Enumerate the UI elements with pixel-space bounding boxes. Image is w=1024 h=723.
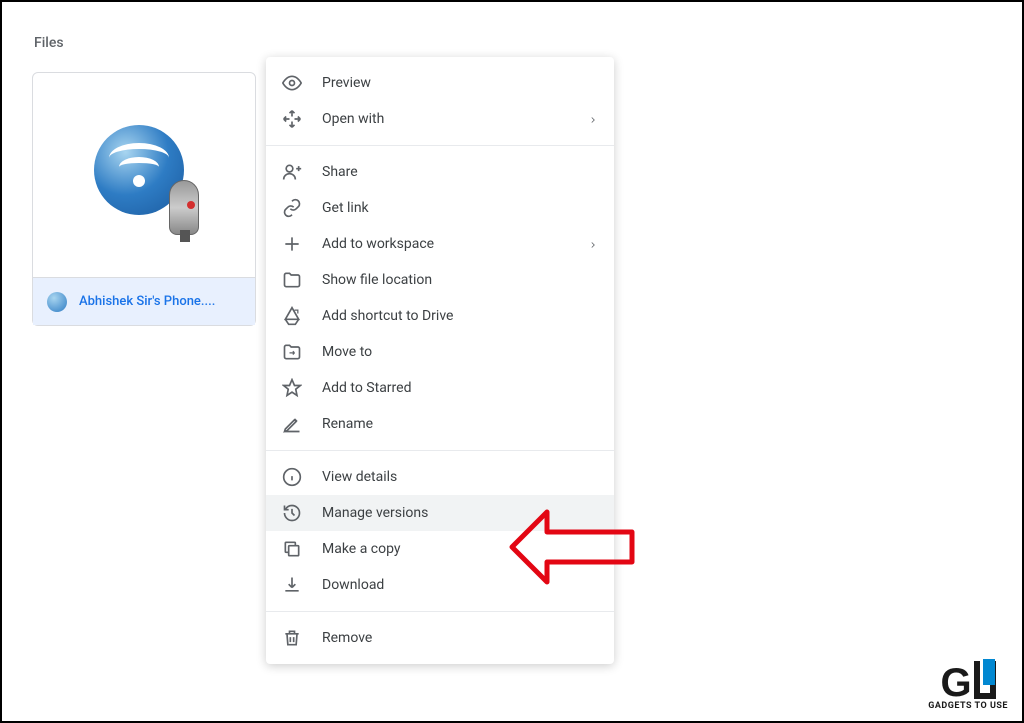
file-card[interactable]: Abhishek Sir's Phone.... bbox=[32, 72, 256, 326]
menu-label: Download bbox=[322, 577, 384, 593]
menu-label: Preview bbox=[322, 75, 371, 91]
menu-make-copy[interactable]: Make a copy bbox=[266, 531, 614, 567]
menu-add-shortcut[interactable]: Add shortcut to Drive bbox=[266, 298, 614, 334]
menu-label: Open with bbox=[322, 111, 384, 127]
menu-remove[interactable]: Remove bbox=[266, 620, 614, 656]
menu-label: Get link bbox=[322, 200, 369, 216]
person-add-icon bbox=[282, 162, 302, 182]
divider bbox=[266, 450, 614, 451]
divider bbox=[266, 611, 614, 612]
link-icon bbox=[282, 198, 302, 218]
menu-label: Share bbox=[322, 164, 358, 180]
watermark: G GADGETS TO USE bbox=[928, 661, 1008, 711]
menu-rename[interactable]: Rename bbox=[266, 406, 614, 442]
eye-icon bbox=[282, 73, 302, 93]
copy-icon bbox=[282, 539, 302, 559]
app-icon bbox=[94, 125, 194, 225]
menu-add-starred[interactable]: Add to Starred bbox=[266, 370, 614, 406]
move-icon bbox=[282, 109, 302, 129]
menu-label: Manage versions bbox=[322, 505, 428, 521]
folder-move-icon bbox=[282, 342, 302, 362]
menu-label: Rename bbox=[322, 416, 373, 432]
context-menu: Preview Open with Share Get link Add to … bbox=[266, 57, 614, 664]
trash-icon bbox=[282, 628, 302, 648]
download-icon bbox=[282, 575, 302, 595]
menu-share[interactable]: Share bbox=[266, 154, 614, 190]
menu-preview[interactable]: Preview bbox=[266, 65, 614, 101]
menu-download[interactable]: Download bbox=[266, 567, 614, 603]
history-icon bbox=[282, 503, 302, 523]
menu-manage-versions[interactable]: Manage versions bbox=[266, 495, 614, 531]
pencil-icon bbox=[282, 414, 302, 434]
section-header: Files bbox=[34, 35, 64, 51]
menu-move-to[interactable]: Move to bbox=[266, 334, 614, 370]
menu-label: Move to bbox=[322, 344, 372, 360]
menu-label: View details bbox=[322, 469, 397, 485]
file-name-label: Abhishek Sir's Phone.... bbox=[79, 294, 215, 309]
menu-view-details[interactable]: View details bbox=[266, 459, 614, 495]
info-icon bbox=[282, 467, 302, 487]
menu-label: Show file location bbox=[322, 272, 432, 288]
menu-add-workspace[interactable]: Add to workspace bbox=[266, 226, 614, 262]
watermark-logo: G bbox=[941, 661, 996, 699]
file-info-bar[interactable]: Abhishek Sir's Phone.... bbox=[33, 277, 255, 325]
file-thumbnail bbox=[33, 73, 255, 277]
menu-get-link[interactable]: Get link bbox=[266, 190, 614, 226]
file-type-icon bbox=[47, 292, 67, 312]
menu-label: Remove bbox=[322, 630, 372, 646]
menu-open-with[interactable]: Open with bbox=[266, 101, 614, 137]
plus-icon bbox=[282, 234, 302, 254]
watermark-text: GADGETS TO USE bbox=[928, 701, 1008, 711]
star-icon bbox=[282, 378, 302, 398]
drive-shortcut-icon bbox=[282, 306, 302, 326]
folder-icon bbox=[282, 270, 302, 290]
menu-label: Add shortcut to Drive bbox=[322, 308, 453, 324]
menu-label: Add to workspace bbox=[322, 236, 434, 252]
menu-label: Add to Starred bbox=[322, 380, 411, 396]
chevron-right-icon bbox=[588, 235, 598, 254]
menu-label: Make a copy bbox=[322, 541, 401, 557]
divider bbox=[266, 145, 614, 146]
menu-show-location[interactable]: Show file location bbox=[266, 262, 614, 298]
chevron-right-icon bbox=[588, 110, 598, 129]
